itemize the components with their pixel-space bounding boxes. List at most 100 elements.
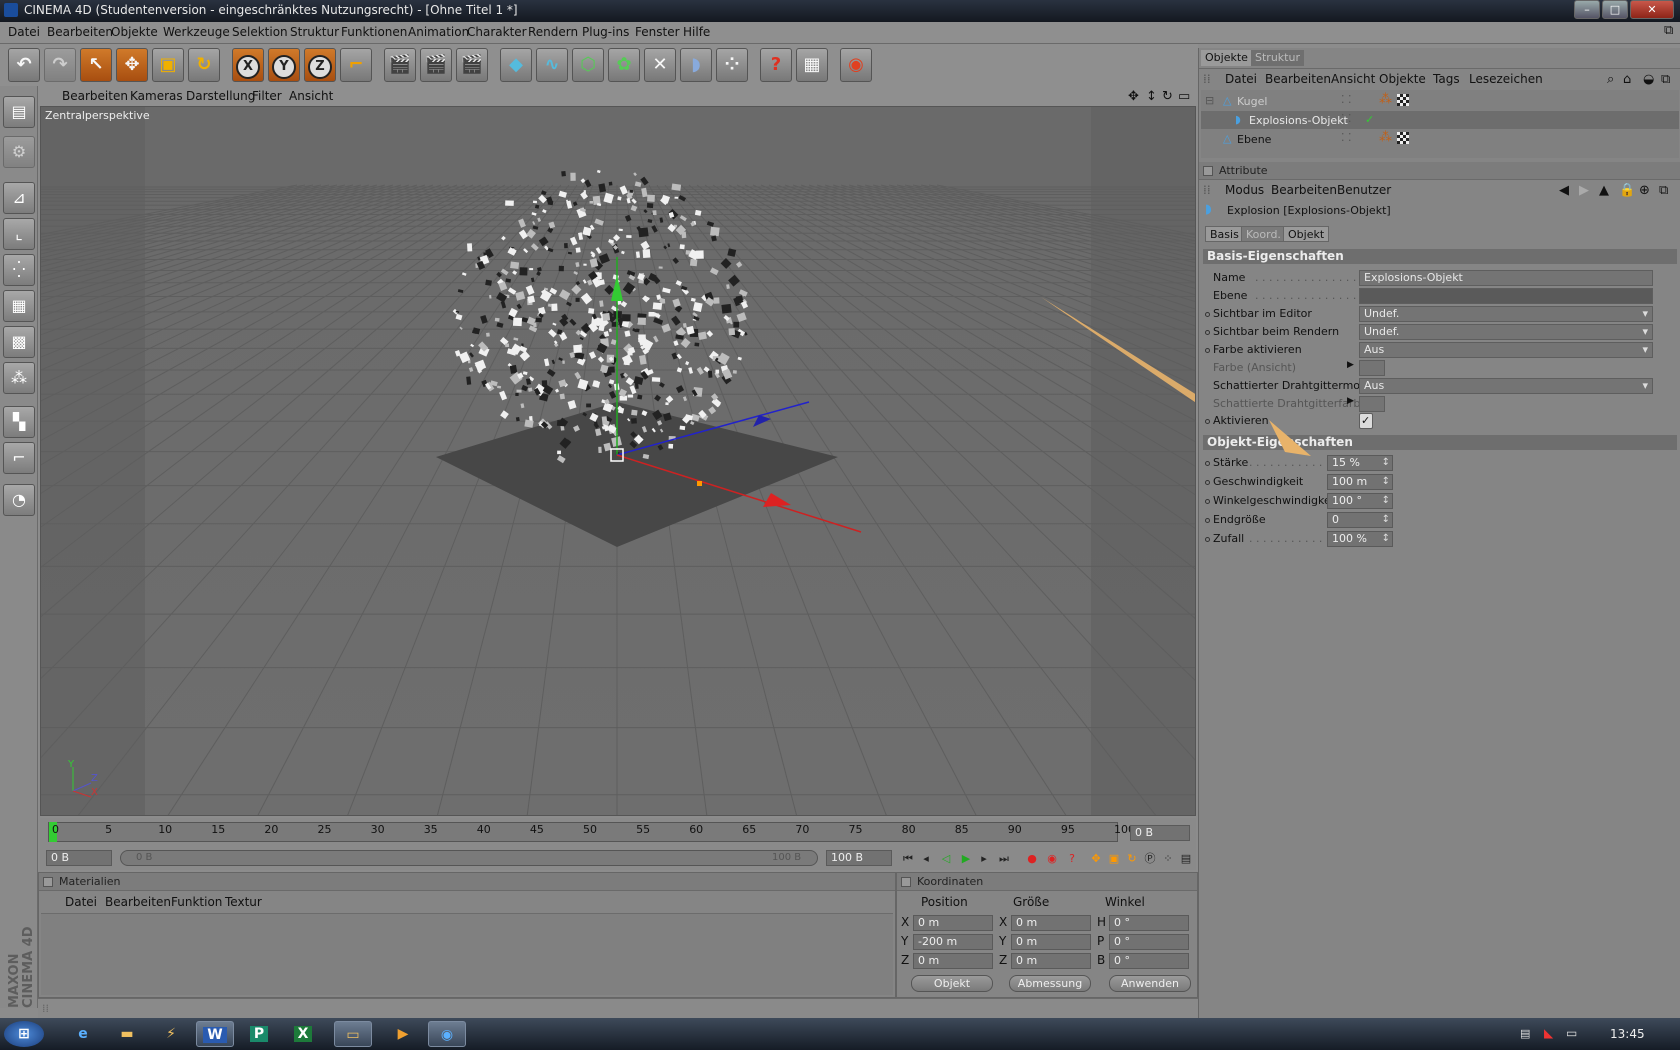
basis-section-header[interactable]: Basis-Eigenschaften	[1203, 249, 1677, 264]
attr-new-window-icon[interactable]: ⧉	[1659, 183, 1668, 198]
menu-charakter[interactable]: Charakter	[467, 25, 527, 39]
tray-network-icon[interactable]: ▤	[1520, 1027, 1530, 1040]
current-frame-field[interactable]: 0 B	[1130, 825, 1190, 841]
end-size-field[interactable]: 0	[1327, 512, 1393, 528]
word-icon[interactable]: W	[196, 1021, 234, 1047]
prev-frame-icon[interactable]: ◂	[918, 851, 934, 867]
attr-back-icon[interactable]: ◀	[1559, 183, 1569, 198]
browser-icon[interactable]: ◉	[840, 48, 872, 82]
key-pla-icon[interactable]: ⁘	[1160, 851, 1176, 867]
om-eye-icon[interactable]: ◒	[1643, 72, 1654, 87]
tray-display-icon[interactable]: ▭	[1566, 1026, 1577, 1040]
attr-menu-bearbeiten[interactable]: Bearbeiten	[1271, 183, 1337, 197]
rotate-icon[interactable]: ↻	[188, 48, 220, 82]
kugel-material-tag-icon[interactable]: ⁂	[1379, 92, 1392, 107]
particle-icon[interactable]: ⁘	[716, 48, 748, 82]
pos-z-field[interactable]: 0 m	[913, 953, 993, 969]
attr-menu-modus[interactable]: Modus	[1225, 183, 1264, 197]
menu-selektion[interactable]: Selektion	[232, 25, 288, 39]
size-x-field[interactable]: 0 m	[1011, 915, 1091, 931]
object-name-kugel[interactable]: Kugel	[1237, 95, 1267, 108]
display-color-swatch[interactable]	[1359, 360, 1385, 376]
viewport-maximize-icon[interactable]: ▭	[1178, 89, 1190, 104]
goto-start-icon[interactable]: ⏮	[900, 851, 916, 867]
render-picture-icon[interactable]: 🎬	[420, 48, 452, 82]
y-axis-icon[interactable]: Y	[268, 48, 300, 82]
om-new-window-icon[interactable]: ⧉	[1661, 72, 1670, 87]
om-menu-datei[interactable]: Datei	[1225, 72, 1257, 86]
object-mode-icon[interactable]: ⊿	[3, 182, 35, 214]
display-color-expand-icon[interactable]: ▶	[1347, 360, 1354, 370]
ebene-visibility-dots[interactable]: ⁚ ⁚	[1341, 131, 1352, 144]
viewport-menu-darstellung[interactable]: Darstellung	[186, 89, 255, 103]
kugel-visibility-dots[interactable]: ⁚ ⁚	[1341, 93, 1352, 106]
attr-tab-basis[interactable]: Basis	[1205, 226, 1244, 242]
enable-checkbox[interactable]: ✓	[1359, 413, 1373, 429]
axis-mode-icon[interactable]: ⌞	[3, 218, 35, 250]
object-row-explosion[interactable]: ◗ Explosions-Objekt ⁚ ⁚ ✓	[1201, 111, 1679, 129]
viewport-menu-filter[interactable]: Filter	[252, 89, 282, 103]
attr-new-icon[interactable]: ⊕	[1639, 183, 1650, 198]
rot-p-field[interactable]: 0 °	[1109, 934, 1189, 950]
cube-icon[interactable]: ◆	[500, 48, 532, 82]
redo-icon[interactable]: ↷	[44, 48, 76, 82]
object-row-kugel[interactable]: ⊟ △ Kugel ⁚ ⁚ ⁂	[1201, 92, 1679, 110]
key-scale-icon[interactable]: ▣	[1106, 851, 1122, 867]
deformer-icon[interactable]: ✕	[644, 48, 676, 82]
coordinate-mode-dropdown[interactable]: Objekt	[911, 975, 993, 992]
strength-field[interactable]: 15 %	[1327, 455, 1393, 471]
ebene-texture-tag-icon[interactable]	[1397, 132, 1409, 144]
wireframe-color-swatch[interactable]	[1359, 396, 1385, 412]
om-home-icon[interactable]: ⌂	[1623, 72, 1631, 87]
points-mode-icon[interactable]: ⁛	[3, 254, 35, 286]
timeline[interactable]: 0 5 10 15 20 25 30 35 40 45 50 55 60 65 70 75 80 85 90 95 10…	[40, 818, 1196, 848]
apply-button[interactable]: Anwenden	[1109, 975, 1191, 992]
rot-h-field[interactable]: 0 °	[1109, 915, 1189, 931]
nurbs-icon[interactable]: ⬡	[572, 48, 604, 82]
keyframe-help-icon[interactable]: ?	[1064, 851, 1080, 867]
start-orb-icon[interactable]: ⊞	[4, 1021, 44, 1047]
menu-struktur[interactable]: Struktur	[290, 25, 339, 39]
om-menu-lesezeichen[interactable]: Lesezeichen	[1469, 72, 1543, 86]
name-field[interactable]: Explosions-Objekt	[1359, 270, 1653, 286]
om-menu-ansicht[interactable]: Ansicht	[1331, 72, 1375, 86]
help-icon[interactable]: ?	[760, 48, 792, 82]
object-name-explosion[interactable]: Explosions-Objekt	[1249, 114, 1348, 127]
render-view-icon[interactable]: 🎬	[384, 48, 416, 82]
undo-icon[interactable]: ↶	[8, 48, 40, 82]
kugel-texture-tag-icon[interactable]	[1397, 94, 1409, 106]
menu-datei[interactable]: Datei	[8, 25, 40, 39]
size-z-field[interactable]: 0 m	[1011, 953, 1091, 969]
x-axis-icon[interactable]: X	[232, 48, 264, 82]
media-icon[interactable]: ▶	[384, 1021, 422, 1047]
tab-objekte[interactable]: Objekte	[1201, 50, 1252, 66]
menu-rendern[interactable]: Rendern	[528, 25, 578, 39]
viewport-zoom-icon[interactable]: ↕	[1146, 89, 1157, 104]
rot-b-field[interactable]: 0 °	[1109, 953, 1189, 969]
texture-mode-icon[interactable]: ▚	[3, 406, 35, 438]
model-mode-icon[interactable]: ⚙	[3, 136, 35, 168]
viewport-rotate-icon[interactable]: ↻	[1162, 89, 1173, 104]
attr-tab-objekt[interactable]: Objekt	[1283, 226, 1330, 242]
end-frame-field[interactable]: 100 B	[826, 850, 892, 866]
play-backward-icon[interactable]: ◁	[938, 851, 954, 867]
attr-lock-icon[interactable]: 🔒	[1619, 183, 1635, 198]
size-mode-dropdown[interactable]: Abmessung	[1009, 975, 1091, 992]
tray-antivirus-icon[interactable]: ◣	[1544, 1026, 1553, 1040]
goto-end-icon[interactable]: ⏭	[996, 851, 1012, 867]
move-icon[interactable]: ✥	[116, 48, 148, 82]
polygons-mode-icon[interactable]: ▩	[3, 326, 35, 358]
attr-tab-koord[interactable]: Koord.	[1241, 226, 1286, 242]
materials-menu-textur[interactable]: Textur	[225, 895, 262, 909]
size-y-field[interactable]: 0 m	[1011, 934, 1091, 950]
speed-field[interactable]: 100 m	[1327, 474, 1393, 490]
start-frame-field[interactable]: 0 B	[46, 850, 112, 866]
layout-switch-icon[interactable]: ⧉	[1664, 23, 1673, 38]
animation-mode-icon[interactable]: ⁂	[3, 362, 35, 394]
render-settings-icon[interactable]: 🎬	[456, 48, 488, 82]
close-button[interactable]: ✕	[1630, 0, 1674, 19]
coordinate-system-icon[interactable]: ⌐	[340, 48, 372, 82]
explorer-icon[interactable]: ▬	[108, 1021, 146, 1047]
materials-menu-funktion[interactable]: Funktion	[171, 895, 222, 909]
spline-icon[interactable]: ∿	[536, 48, 568, 82]
